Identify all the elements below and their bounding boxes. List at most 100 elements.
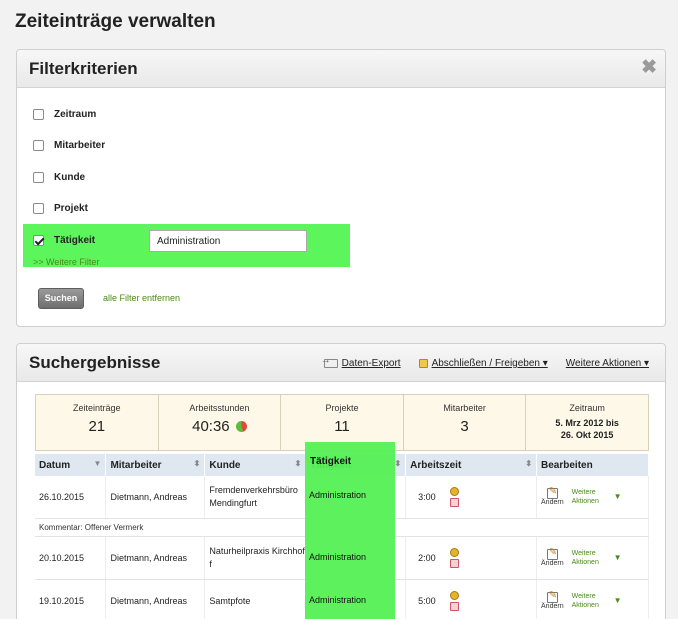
time-icons [449, 590, 459, 611]
lock-release-label: Abschließen / Freigeben ▾ [431, 358, 548, 369]
time-value: 5:00 [418, 595, 436, 606]
cell-date: 26.10.2015 [35, 476, 107, 519]
filter-kunde[interactable]: Kunde [33, 168, 85, 186]
filter-panel-header: Filterkriterien ✖ [17, 50, 665, 88]
filter-mitarbeiter[interactable]: Mitarbeiter [33, 136, 105, 154]
filter-label: Kunde [54, 171, 86, 183]
highlight-header-label: Tätigkeit [310, 456, 352, 467]
export-button[interactable]: Daten-Export [321, 355, 401, 369]
calendar-lock-icon[interactable] [449, 558, 459, 568]
mitarbeiter-checkbox[interactable] [33, 139, 44, 151]
summary-value: 3 [404, 418, 526, 435]
edit-label: Ändern [541, 559, 564, 567]
chevron-down-icon[interactable]: ▼ [614, 492, 622, 501]
column-label: Kunde [209, 459, 241, 471]
edit-button[interactable]: Ändern [541, 547, 564, 567]
range-from: 5. Mrz 2012 bis [555, 418, 619, 428]
calendar-lock-icon[interactable] [449, 497, 459, 507]
summary-label: Mitarbeiter [443, 403, 486, 413]
range-to: 26. Okt 2015 [560, 430, 614, 440]
page-title: Zeiteinträge verwalten [15, 11, 216, 32]
activity-input[interactable] [149, 230, 307, 252]
col-datum[interactable]: Datum ▼ [35, 454, 107, 476]
more-row-actions[interactable]: Weitere Aktionen [572, 488, 604, 506]
column-label: Arbeitszeit [410, 459, 462, 471]
col-mitarbeiter[interactable]: Mitarbeiter ⬍ [105, 454, 206, 476]
time-value: 3:00 [418, 491, 436, 502]
summary-range: Zeitraum 5. Mrz 2012 bis 26. Okt 2015 [526, 395, 648, 450]
export-icon [321, 355, 338, 368]
results-actions: Daten-Export Abschließen / Freigeben ▾ W… [321, 355, 649, 369]
summary-staff: Mitarbeiter 3 [404, 395, 527, 450]
cell-time: 5:00 [405, 579, 538, 619]
filter-panel: Filterkriterien ✖ [16, 49, 666, 327]
filter-panel-title: Filterkriterien [29, 59, 138, 78]
pencil-icon [546, 486, 558, 499]
entries-count: 21 [88, 418, 106, 435]
filter-projekt[interactable]: Projekt [33, 199, 88, 217]
column-label: Mitarbeiter [110, 459, 162, 471]
sort-icon: ⬍ [193, 459, 201, 468]
coins-icon[interactable] [449, 547, 459, 557]
filter-label: Tätigkeit [54, 234, 96, 246]
zeitraum-checkbox[interactable] [33, 108, 44, 120]
coins-icon[interactable] [449, 590, 459, 600]
edit-button[interactable]: Ändern [541, 486, 564, 506]
projects-count: 11 [334, 418, 350, 435]
taetigkeit-checkbox[interactable] [33, 234, 44, 246]
edit-label: Ändern [541, 498, 564, 506]
filter-zeitraum[interactable]: Zeitraum [33, 105, 96, 123]
filter-label: Mitarbeiter [54, 139, 106, 151]
search-button[interactable]: Suchen [38, 288, 84, 309]
cell-employee: Dietmann, Andreas [105, 476, 206, 519]
chevron-down-icon[interactable]: ▼ [614, 553, 622, 562]
cell-customer: Samtpfote [204, 579, 307, 619]
lock-release-button[interactable]: Abschließen / Freigeben ▾ [418, 358, 548, 369]
col-kunde[interactable]: Kunde ⬍ [204, 454, 307, 476]
filter-taetigkeit[interactable]: Tätigkeit [33, 231, 95, 249]
cell-time: 2:00 [405, 536, 538, 580]
kunde-checkbox[interactable] [33, 171, 44, 183]
time-icons [449, 486, 459, 507]
cell-actions: Ändern Weitere Aktionen ▼ [536, 579, 649, 619]
pencil-icon [546, 547, 558, 560]
pie-chart-icon[interactable] [235, 421, 247, 432]
more-filters-link[interactable]: >> Weitere Filter [33, 257, 99, 267]
results-panel-header: Suchergebnisse Daten-Export Abschließen … [17, 344, 665, 382]
sort-icon: ⬍ [394, 459, 402, 468]
cell-actions: Ändern Weitere Aktionen ▼ [536, 536, 649, 580]
close-icon[interactable]: ✖ [641, 56, 657, 79]
edit-button[interactable]: Ändern [541, 590, 564, 610]
calendar-lock-icon[interactable] [449, 601, 459, 611]
coins-icon[interactable] [449, 486, 459, 496]
more-row-actions[interactable]: Weitere Aktionen [572, 549, 604, 567]
cell-date: 19.10.2015 [35, 579, 107, 619]
more-actions-button[interactable]: Weitere Aktionen ▾ [566, 358, 649, 369]
sort-icon: ⬍ [294, 459, 302, 468]
cell-customer: Fremdenverkehrsbüro Mendingfurt [204, 476, 307, 519]
cell-actions: Ändern Weitere Aktionen ▼ [536, 476, 649, 519]
edit-label: Ändern [541, 602, 564, 610]
summary-entries: Zeiteinträge 21 [36, 395, 159, 450]
column-label: Bearbeiten [541, 459, 593, 471]
summary-value: 11 [281, 418, 403, 435]
clear-filters-link[interactable]: alle Filter entfernen [103, 293, 180, 303]
lock-icon [418, 359, 428, 368]
filter-label: Zeitraum [54, 108, 97, 120]
sort-icon: ⬍ [525, 459, 533, 468]
range-value: 5. Mrz 2012 bis 26. Okt 2015 [526, 417, 648, 441]
cell-employee: Dietmann, Andreas [105, 536, 206, 580]
projekt-checkbox[interactable] [33, 202, 44, 214]
time-value: 2:00 [418, 552, 436, 563]
col-bearbeiten: Bearbeiten [536, 454, 649, 476]
more-row-actions[interactable]: Weitere Aktionen [572, 592, 604, 610]
summary-label: Zeiteinträge [73, 403, 121, 413]
filter-label: Projekt [54, 202, 88, 214]
export-label: Daten-Export [341, 358, 401, 369]
time-icons [449, 547, 459, 568]
col-arbeitszeit[interactable]: Arbeitszeit ⬍ [405, 454, 538, 476]
more-actions-label: Weitere Aktionen ▾ [565, 358, 649, 369]
chevron-down-icon[interactable]: ▼ [614, 596, 622, 605]
sort-desc-icon: ▼ [93, 459, 102, 468]
summary-hours: Arbeitsstunden 40:36 [159, 395, 282, 450]
